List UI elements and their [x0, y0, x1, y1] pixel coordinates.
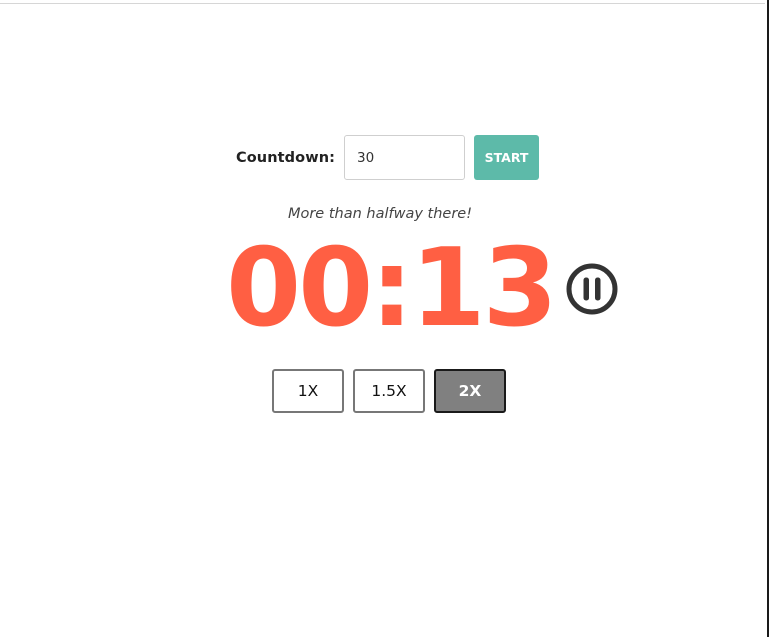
- pause-button[interactable]: [565, 262, 619, 316]
- timer-display: 00:13: [226, 226, 558, 351]
- countdown-app: Countdown: START More than halfway there…: [0, 0, 771, 637]
- speed-controls: 1X 1.5X 2X: [272, 369, 515, 413]
- speed-2x-button[interactable]: 2X: [434, 369, 506, 413]
- right-window-edge: [767, 0, 769, 637]
- speed-1-5x-button[interactable]: 1.5X: [353, 369, 425, 413]
- top-divider: [0, 3, 765, 4]
- start-button[interactable]: START: [474, 135, 540, 180]
- speed-1x-button[interactable]: 1X: [272, 369, 344, 413]
- countdown-label: Countdown:: [236, 149, 336, 166]
- pause-circle-icon: [566, 263, 618, 315]
- countdown-minutes-input[interactable]: [344, 135, 466, 180]
- status-message: More than halfway there!: [287, 206, 473, 222]
- countdown-form: Countdown: START: [236, 135, 540, 180]
